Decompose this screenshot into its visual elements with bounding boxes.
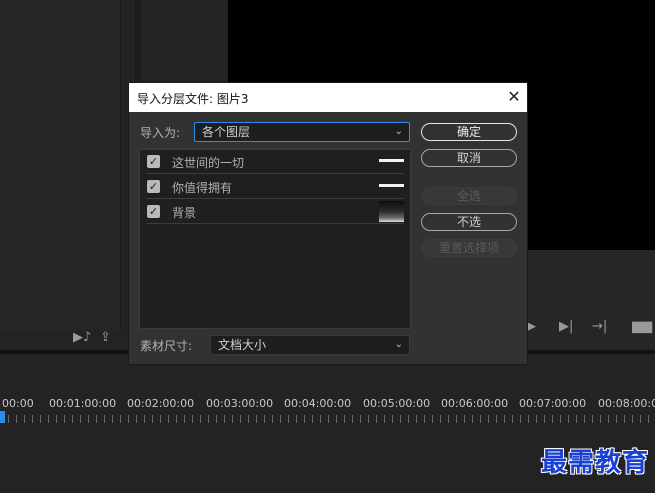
ok-button[interactable]: 确定 xyxy=(421,123,517,141)
import-layered-file-dialog: 导入分层文件: 图片3 ✕ 导入为: 各个图层 ⌄ ✓ 这世间的一切 ✓ 你值得… xyxy=(128,82,528,365)
layer-row[interactable]: ✓ 这世间的一切 xyxy=(146,150,404,174)
footage-size-value: 文档大小 xyxy=(218,338,267,352)
chevron-down-icon: ⌄ xyxy=(394,126,403,137)
ruler-label: 00:07:00:00 xyxy=(519,397,587,410)
step-forward-icon[interactable]: ▶| xyxy=(559,320,573,334)
layer-name: 背景 xyxy=(172,206,197,220)
import-as-value: 各个图层 xyxy=(202,125,251,139)
ruler-label: 00:01:00:00 xyxy=(49,397,117,410)
project-panel-content xyxy=(0,0,121,330)
export-frame-icon[interactable]: ▆▆ xyxy=(632,320,652,334)
import-as-select[interactable]: 各个图层 ⌄ xyxy=(194,122,410,142)
ruler-label: 00:06:00:00 xyxy=(441,397,509,410)
dialog-titlebar: 导入分层文件: 图片3 ✕ xyxy=(129,83,527,112)
import-as-label: 导入为: xyxy=(140,126,181,140)
ruler-label: 00:00 xyxy=(2,397,34,410)
ruler-label: 00:05:00:00 xyxy=(363,397,431,410)
chevron-down-icon: ⌄ xyxy=(394,339,403,350)
close-icon[interactable]: ✕ xyxy=(503,87,525,108)
select-none-button[interactable]: 不选 xyxy=(421,213,517,231)
ruler-label: 00:04:00:00 xyxy=(284,397,352,410)
watermark-logo: 最需教育 xyxy=(540,448,649,478)
ruler-label: 00:08:00:00 xyxy=(598,397,655,410)
layer-thumbnail xyxy=(379,159,404,162)
layer-row[interactable]: ✓ 背景 xyxy=(146,200,404,224)
footage-size-label: 素材尺寸: xyxy=(140,339,193,353)
layer-thumbnail xyxy=(379,201,404,222)
select-all-button[interactable]: 全选 xyxy=(421,187,517,205)
dialog-title: 导入分层文件: 图片3 xyxy=(137,92,249,106)
insert-icon[interactable]: ▶♪ xyxy=(73,331,91,345)
layer-thumbnail xyxy=(379,184,404,187)
go-to-out-icon[interactable]: →| xyxy=(592,320,607,334)
cancel-button[interactable]: 取消 xyxy=(421,149,517,167)
layer-checkbox[interactable]: ✓ xyxy=(147,205,160,218)
export-icon[interactable]: ⇪ xyxy=(100,331,111,345)
layer-checkbox[interactable]: ✓ xyxy=(147,155,160,168)
layer-row[interactable]: ✓ 你值得拥有 xyxy=(146,175,404,199)
reset-selection-button[interactable]: 重置选择项 xyxy=(421,239,517,257)
ruler-label: 00:02:00:00 xyxy=(127,397,195,410)
playhead[interactable] xyxy=(0,411,5,423)
layer-list: ✓ 这世间的一切 ✓ 你值得拥有 ✓ 背景 xyxy=(139,149,411,329)
ruler-label: 00:03:00:00 xyxy=(206,397,274,410)
layer-name: 这世间的一切 xyxy=(172,156,245,170)
layer-name: 你值得拥有 xyxy=(172,181,233,195)
footage-size-select[interactable]: 文档大小 ⌄ xyxy=(210,335,410,355)
layer-checkbox[interactable]: ✓ xyxy=(147,180,160,193)
timeline-ruler[interactable] xyxy=(0,415,655,423)
